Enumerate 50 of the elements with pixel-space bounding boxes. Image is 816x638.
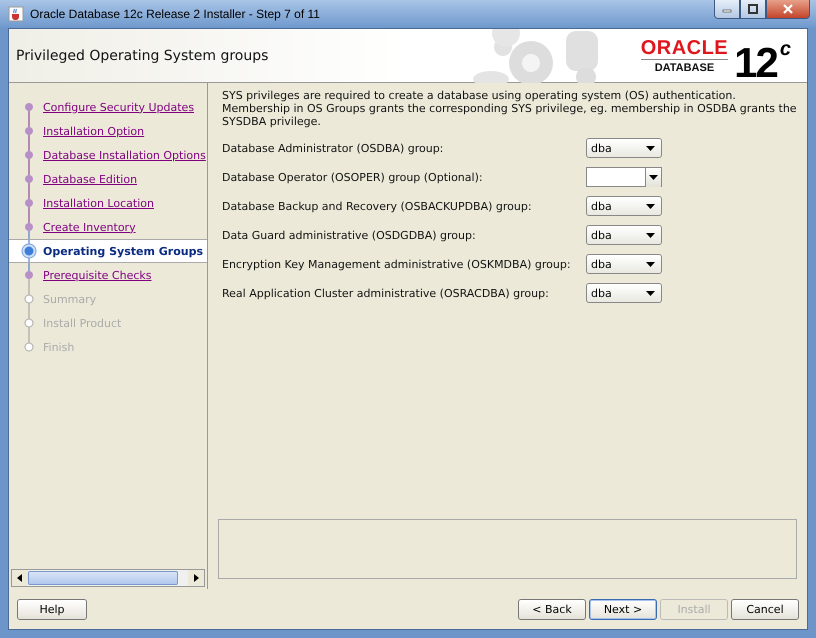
step-link[interactable]: Create Inventory [43, 220, 136, 234]
field-label: Database Backup and Recovery (OSBACKUPDBA) group: [222, 200, 533, 212]
logo-product: DATABASE [654, 62, 714, 74]
maximize-button[interactable] [740, 0, 766, 19]
dropdown-arrow-icon [646, 146, 655, 150]
field-label: Data Guard administrative (OSDGDBA) group: [222, 228, 477, 242]
page-title: Privileged Operating System groups [16, 48, 270, 64]
group-dropdown[interactable]: dba [586, 138, 662, 158]
step-link[interactable]: Database Edition [43, 172, 138, 186]
close-icon [782, 4, 794, 14]
close-button[interactable] [766, 0, 810, 19]
dropdown-arrow-icon [646, 262, 655, 266]
step-label: Install Product [43, 316, 122, 330]
dropdown-arrow-icon [646, 232, 655, 238]
dropdown-arrow-icon [646, 204, 655, 208]
cup-icon [8, 6, 24, 22]
step-label: Summary [43, 292, 96, 306]
wizard-button[interactable]: < Back [518, 598, 586, 620]
dropdown-arrow-icon [646, 290, 655, 296]
right-arrow-icon [193, 574, 199, 582]
step-link[interactable]: Database Installation Options [43, 148, 206, 162]
intro-text: SYS privileges are required to create a database using operating system (OS) authentication. Membership in OS Groups grants the corresponding SYS privilege, eg. membership in OSDBA grants the SYSDBA privilege. [222, 89, 797, 128]
help-button[interactable]: Help [17, 598, 87, 620]
scroll-thumb[interactable] [28, 571, 178, 585]
window-title: Oracle Database 12c Release 2 Installer - Step 7 of 11 [30, 7, 321, 21]
field-label: Real Application Cluster administrative (OSRACDBA) group: [222, 286, 550, 300]
minimize-button[interactable] [714, 0, 740, 19]
horizontal-scrollbar[interactable] [11, 569, 205, 587]
group-dropdown[interactable]: dba [586, 225, 662, 245]
wizard-button[interactable]: Cancel [731, 598, 799, 620]
field-label: Database Administrator (OSDBA) group: [222, 142, 444, 154]
left-arrow-icon [17, 574, 23, 582]
maximize-icon [748, 4, 758, 14]
group-dropdown[interactable]: dba [586, 254, 662, 274]
group-dropdown[interactable] [586, 167, 662, 187]
scroll-left-button[interactable] [12, 570, 28, 586]
field-label: Encryption Key Management administrative (OSKMDBA) group: [222, 258, 572, 270]
current-step-icon [19, 240, 39, 262]
step-label: Finish [43, 340, 74, 354]
group-dropdown[interactable]: dba [586, 283, 662, 303]
step-link[interactable]: Prerequisite Checks [43, 268, 152, 282]
wizard-button[interactable]: Next > [589, 598, 657, 620]
logo-version: 12$^{c}$ [734, 36, 789, 84]
step-link[interactable]: Configure Security Updates [43, 100, 194, 114]
group-dropdown[interactable]: dba [586, 196, 662, 216]
step-link[interactable]: Installation Location [43, 196, 154, 210]
step-link[interactable]: Installation Option [43, 124, 144, 138]
logo-brand: ORACLE [640, 37, 728, 60]
field-label: Database Operator (OSOPER) group (Optional): [222, 170, 484, 184]
scroll-right-button[interactable] [188, 570, 204, 586]
